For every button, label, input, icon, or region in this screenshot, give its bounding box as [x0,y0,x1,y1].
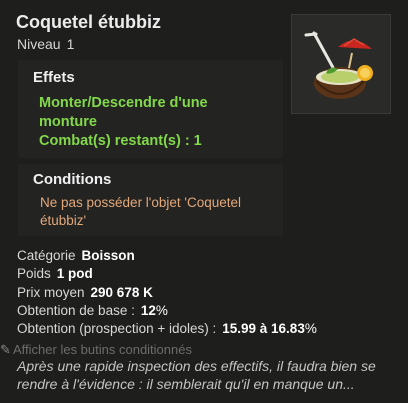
base-drop-value: 12 [140,303,156,318]
prospection-drop-unit: % [304,321,317,336]
level-label: Niveau [17,36,61,52]
effect-item: Combat(s) restant(s) : 1 [39,133,202,149]
show-conditional-loot-toggle[interactable]: ✎ Afficher les butins conditionnés [0,342,192,358]
base-drop-row: Obtention de base : 12% [17,303,168,318]
item-level: Niveau 1 [17,36,74,52]
category-label: Catégorie [17,248,76,263]
pencil-icon: ✎ [0,342,11,357]
category-row: Catégorie Boisson [17,248,135,263]
base-drop-label: Obtention de base : [17,303,135,318]
coconut-cocktail-icon [304,31,373,99]
price-row: Prix moyen 290 678 K [17,285,153,300]
base-drop-unit: % [155,303,168,318]
condition-item: Ne pas posséder l'objet 'Coquetel étubbi… [40,195,242,228]
price-label: Prix moyen [17,285,85,300]
level-value: 1 [66,36,75,52]
weight-label: Poids [17,266,51,281]
prospection-drop-value: 15.99 à 16.83 [222,321,305,336]
effects-title: Effets [33,69,75,86]
category-value: Boisson [81,248,135,263]
weight-value: 1 pod [56,266,93,281]
prospection-drop-row: Obtention (prospection + idoles) : 15.99 … [17,321,317,336]
item-tooltip: Coquetel étubbiz Niveau 1 Effets Monter/D… [0,0,408,403]
prospection-drop-label: Obtention (prospection + idoles) : [17,321,217,336]
show-conditional-loot-label: Afficher les butins conditionnés [13,342,192,357]
conditions-title: Conditions [33,171,112,188]
item-image [291,14,391,114]
item-name: Coquetel étubbiz [16,12,161,32]
item-description: Après une rapide inspection des effectif… [17,358,376,392]
weight-row: Poids 1 pod [17,266,93,281]
price-value: 290 678 K [90,285,153,300]
effect-item: Monter/Descendre d'une monture [39,95,208,130]
